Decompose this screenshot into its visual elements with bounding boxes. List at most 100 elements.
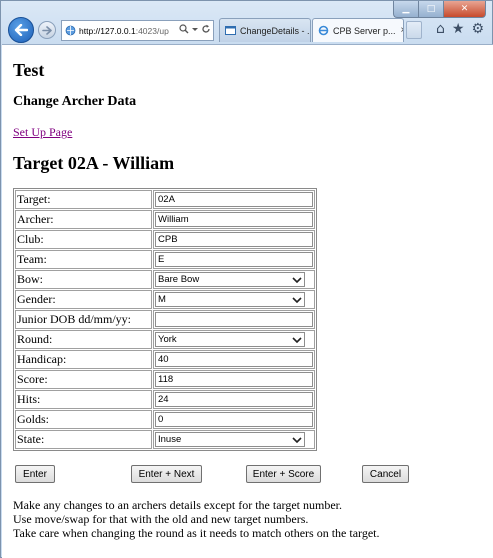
settings-gear-icon[interactable]: ⚙ — [471, 21, 484, 37]
address-host: http://127.0.0.1 — [79, 25, 136, 36]
handicap-input[interactable]: 40 — [155, 352, 313, 367]
chevron-down-icon — [292, 296, 302, 303]
field-label: Round: — [15, 330, 152, 349]
golds-input[interactable]: 0 — [155, 412, 313, 427]
button-row: Enter Enter + Next Enter + Score Cancel — [13, 465, 482, 487]
selected-value: Bare Bow — [158, 274, 200, 285]
field-cell: Inuse — [153, 430, 315, 449]
field-label: Handicap: — [15, 350, 152, 369]
page-icon — [65, 25, 76, 36]
form-row: Handicap: 40 — [15, 350, 315, 369]
address-path: :4023/up — [135, 25, 169, 36]
forward-button[interactable] — [38, 21, 56, 39]
address-actions — [177, 24, 211, 34]
back-button[interactable] — [8, 17, 34, 43]
junior-dob-dd-mm-yy-input[interactable] — [155, 312, 313, 327]
instruction-line: Take care when changing the round as it … — [13, 526, 380, 540]
field-cell: 40 — [153, 350, 315, 369]
tab-label: CPB Server p... — [333, 25, 396, 36]
search-icon[interactable] — [179, 24, 189, 34]
setup-page-link[interactable]: Set Up Page — [13, 125, 72, 140]
cancel-button[interactable]: Cancel — [362, 465, 409, 483]
close-window-button[interactable]: ✕ — [443, 1, 486, 18]
tab-label: ChangeDetails - ... — [240, 25, 311, 36]
enter-score-button[interactable]: Enter + Score — [246, 465, 321, 483]
address-bar[interactable]: http://127.0.0.1:4023/up — [61, 20, 214, 41]
field-cell: 0 — [153, 410, 315, 429]
form-row: Target: 02A — [15, 190, 315, 209]
chevron-down-icon — [292, 436, 302, 443]
field-label: Bow: — [15, 270, 152, 289]
new-tab-button[interactable] — [406, 21, 422, 39]
field-cell: York — [153, 330, 315, 349]
field-cell: M — [153, 290, 315, 309]
archer-form-table: Target: 02A Archer: William Club: CPB Team: E Bo… — [13, 188, 317, 451]
hits-input[interactable]: 24 — [155, 392, 313, 407]
field-label: Archer: — [15, 210, 152, 229]
field-label: State: — [15, 430, 152, 449]
forward-arrow-icon — [42, 25, 52, 35]
team-input[interactable]: E — [155, 252, 313, 267]
form-row: Club: CPB — [15, 230, 315, 249]
enter-next-button[interactable]: Enter + Next — [131, 465, 202, 483]
page-content: Test Change Archer Data Set Up Page Targ… — [2, 44, 493, 558]
selected-value: M — [158, 294, 166, 305]
form-row: Team: E — [15, 250, 315, 269]
round-select[interactable]: York — [155, 332, 305, 347]
toolbar-icons: ⌂ ★ ⚙ — [436, 21, 484, 37]
field-cell: 118 — [153, 370, 315, 389]
field-label: Target: — [15, 190, 152, 209]
field-cell — [153, 310, 315, 329]
close-tab-icon[interactable]: × — [401, 25, 403, 36]
field-label: Junior DOB dd/mm/yy: — [15, 310, 152, 329]
favorites-star-icon[interactable]: ★ — [452, 21, 465, 37]
ie-page-icon — [225, 26, 236, 35]
gender-select[interactable]: M — [155, 292, 305, 307]
window-controls: ▁ □ ✕ — [393, 1, 486, 18]
field-cell: 02A — [153, 190, 315, 209]
selected-value: York — [158, 334, 177, 345]
instruction-line: Make any changes to an archers details e… — [13, 498, 342, 512]
field-cell: William — [153, 210, 315, 229]
form-row: Junior DOB dd/mm/yy: — [15, 310, 315, 329]
target-heading: Target 02A - William — [13, 153, 175, 173]
back-arrow-icon — [14, 24, 28, 36]
instructions: Make any changes to an archers details e… — [13, 498, 482, 540]
field-label: Hits: — [15, 390, 152, 409]
page-subheading: Change Archer Data — [13, 94, 137, 109]
dropdown-icon[interactable] — [192, 24, 198, 34]
form-row: Round: York — [15, 330, 315, 349]
page-heading: Test — [13, 60, 45, 80]
tab-cpb-server[interactable]: CPB Server p... × — [312, 18, 404, 42]
refresh-icon[interactable] — [201, 24, 211, 34]
form-row: State: Inuse — [15, 430, 315, 449]
minimize-button[interactable]: ▁ — [393, 1, 418, 18]
maximize-button[interactable]: □ — [418, 1, 443, 18]
field-cell: CPB — [153, 230, 315, 249]
target-input[interactable]: 02A — [155, 192, 313, 207]
form-row: Golds: 0 — [15, 410, 315, 429]
score-input[interactable]: 118 — [155, 372, 313, 387]
form-row: Bow: Bare Bow — [15, 270, 315, 289]
ie-logo-icon — [318, 25, 329, 36]
form-row: Gender: M — [15, 290, 315, 309]
enter-button[interactable]: Enter — [15, 465, 55, 483]
field-cell: Bare Bow — [153, 270, 315, 289]
state-select[interactable]: Inuse — [155, 432, 305, 447]
field-label: Score: — [15, 370, 152, 389]
bow-select[interactable]: Bare Bow — [155, 272, 305, 287]
field-label: Club: — [15, 230, 152, 249]
tab-change-details[interactable]: ChangeDetails - ... — [219, 18, 311, 42]
club-input[interactable]: CPB — [155, 232, 313, 247]
field-cell: 24 — [153, 390, 315, 409]
navigation-bar: http://127.0.0.1:4023/up ChangeDetails -… — [1, 17, 492, 43]
archer-input[interactable]: William — [155, 212, 313, 227]
instruction-line: Use move/swap for that with the old and … — [13, 512, 309, 526]
form-row: Hits: 24 — [15, 390, 315, 409]
chevron-down-icon — [292, 336, 302, 343]
field-label: Golds: — [15, 410, 152, 429]
home-icon[interactable]: ⌂ — [436, 21, 445, 37]
field-label: Gender: — [15, 290, 152, 309]
selected-value: Inuse — [158, 434, 182, 445]
chevron-down-icon — [292, 276, 302, 283]
